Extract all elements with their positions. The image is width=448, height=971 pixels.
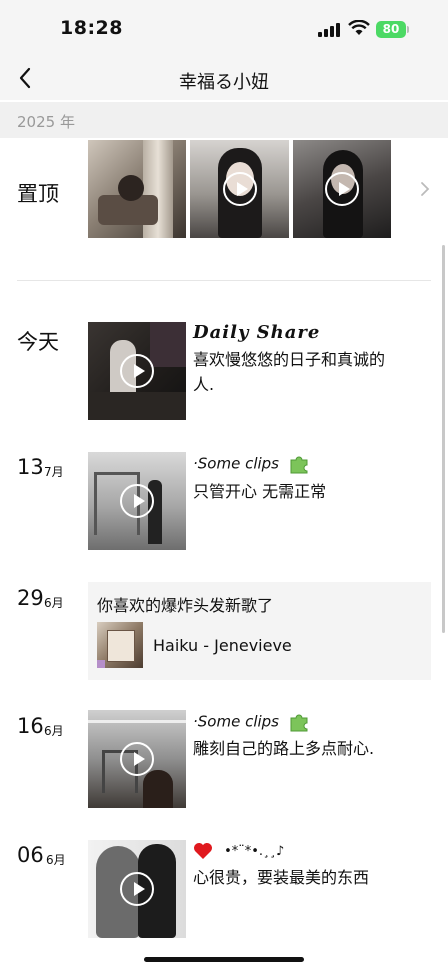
nav-bar: 幸福る小妞 [0, 58, 448, 100]
post-tag-text: ·Some clips [193, 454, 279, 473]
cellular-signal-icon [318, 23, 340, 37]
play-icon [120, 484, 154, 518]
post-tag: ·Some clips [193, 712, 310, 732]
post-text-line: 喜欢慢悠悠的日子和真诚的 [193, 350, 386, 369]
post-month: 6月 [44, 724, 64, 738]
post-tag: ·Some clips [193, 454, 310, 474]
post-video-thumbnail[interactable] [88, 710, 186, 808]
puzzle-piece-icon [290, 456, 308, 474]
post-text: 心很贵，要装最美的东西 [193, 868, 370, 887]
post-video-thumbnail[interactable] [88, 322, 186, 420]
post-date: 今天 [17, 330, 59, 354]
puzzle-piece-icon [290, 714, 308, 732]
year-header: 2025 年 [0, 102, 448, 138]
pinned-video-2[interactable] [190, 140, 289, 238]
post-text-line: 人. [193, 375, 215, 394]
music-share-card[interactable]: 你喜欢的爆炸头发新歌了 Haiku - Jenevieve [88, 582, 431, 680]
post-video-thumbnail[interactable] [88, 840, 186, 938]
page-title: 幸福る小妞 [179, 72, 269, 93]
status-time: 18:28 [60, 17, 123, 39]
battery-icon: 80 [376, 21, 406, 38]
divider [17, 280, 431, 281]
post-title: Daily Share [193, 322, 321, 343]
post-day: 13 [17, 455, 44, 479]
music-title: Haiku - Jenevieve [153, 636, 292, 655]
pinned-video-3[interactable] [293, 140, 391, 238]
play-icon [120, 742, 154, 776]
post-tag: •*¨*•.¸¸♪ [193, 840, 284, 860]
battery-tip [407, 26, 409, 33]
post-day: 29 [17, 586, 44, 610]
status-bar: 18:28 80 [0, 0, 448, 58]
post-tag-text: ·Some clips [193, 712, 279, 731]
post-text: 只管开心 无需正常 [193, 482, 327, 501]
post-video-thumbnail[interactable] [88, 452, 186, 550]
pinned-photo-1[interactable] [88, 140, 186, 238]
wifi-icon [348, 20, 370, 35]
post-day: 16 [17, 714, 44, 738]
play-icon [222, 172, 257, 206]
chevron-right-icon[interactable] [418, 180, 432, 198]
post-text: 雕刻自己的路上多点耐心. [193, 739, 375, 758]
post-decor: •*¨*•.¸¸♪ [224, 844, 285, 859]
heart-icon [194, 842, 212, 859]
album-cover [97, 622, 143, 668]
play-icon [325, 172, 359, 206]
home-indicator [144, 957, 304, 962]
post-month: 6月 [44, 596, 64, 610]
post-month: 7月 [44, 465, 64, 479]
post-text: 喜欢慢悠悠的日子和真诚的 人. [193, 347, 385, 397]
post-month: 6月 [46, 853, 66, 867]
scrollbar[interactable] [442, 245, 445, 633]
year-label: 2025 年 [17, 113, 75, 131]
post-text: 你喜欢的爆炸头发新歌了 [97, 596, 274, 615]
pinned-label: 置顶 [17, 182, 59, 206]
play-icon [120, 354, 154, 388]
post-day: 06 [17, 843, 44, 867]
play-icon [120, 872, 154, 906]
